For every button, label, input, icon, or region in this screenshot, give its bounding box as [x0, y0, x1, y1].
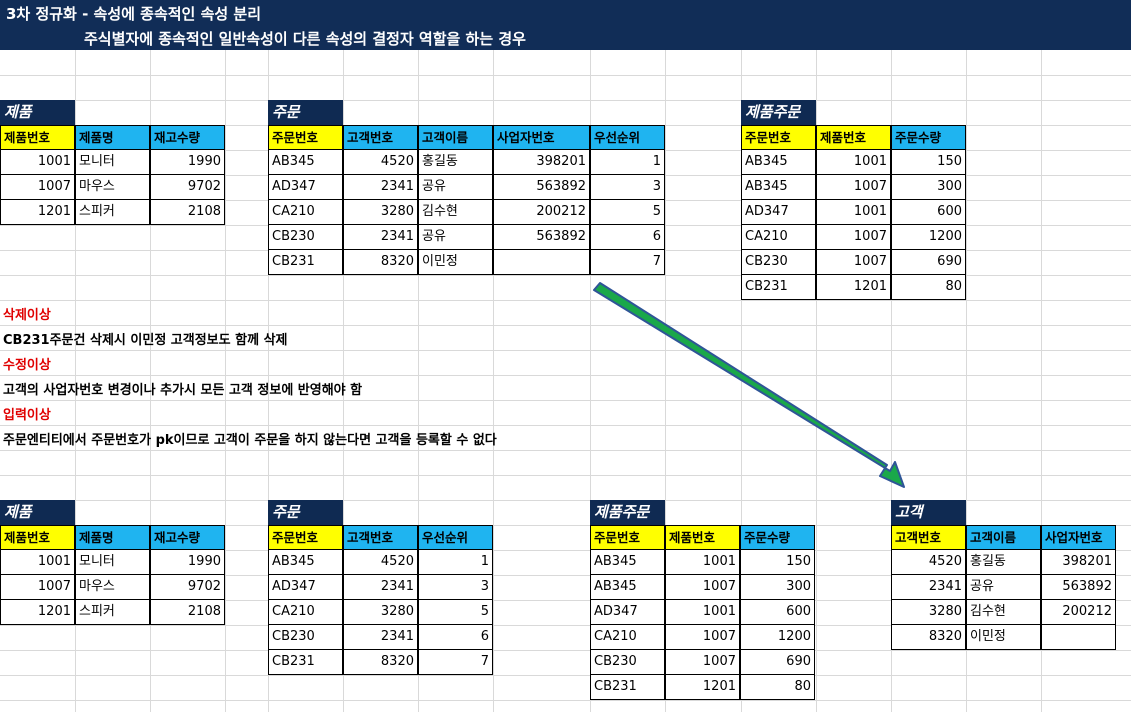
arrow-icon	[593, 282, 905, 488]
